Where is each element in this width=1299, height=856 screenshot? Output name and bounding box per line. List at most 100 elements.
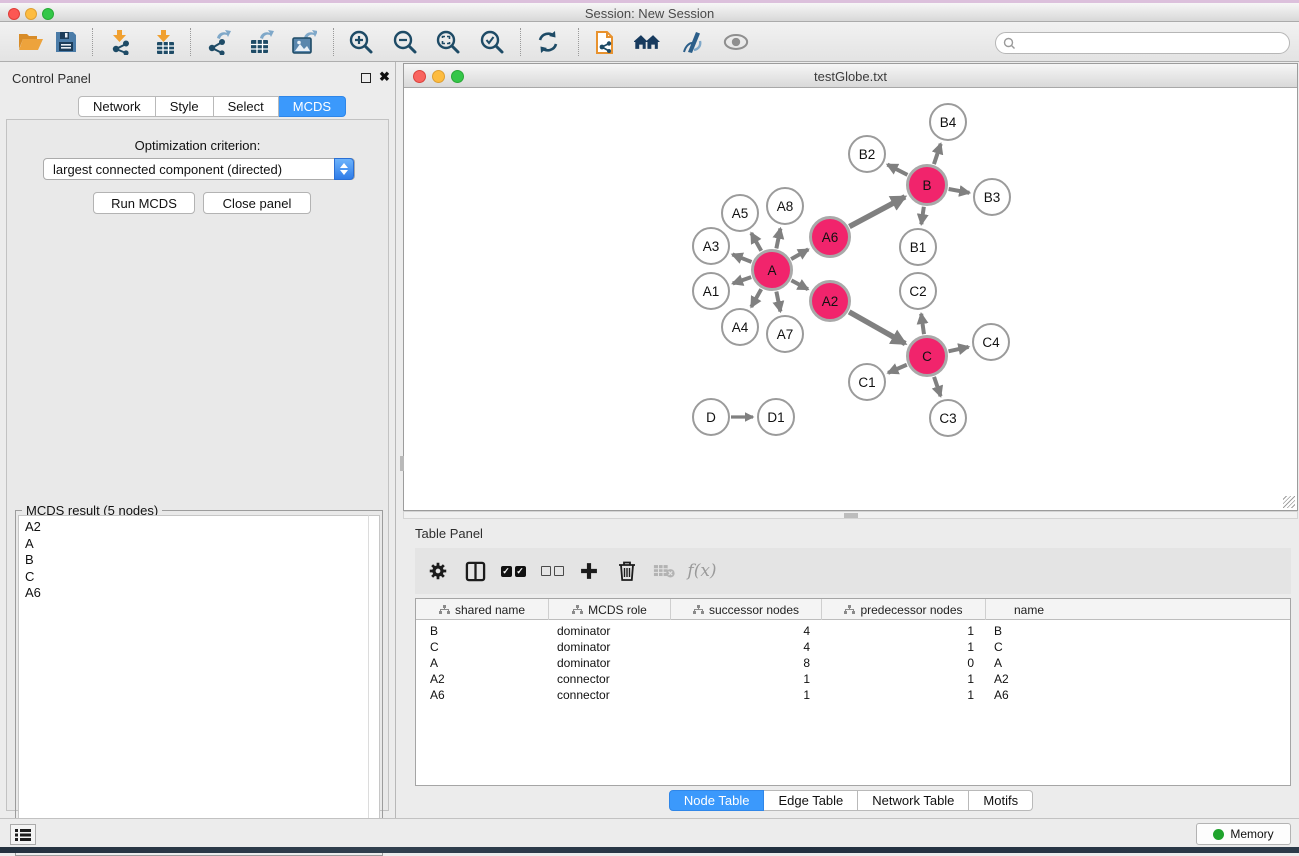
export-table-icon[interactable] (248, 29, 274, 55)
graph-edge-A-A2[interactable] (791, 280, 808, 289)
task-history-list-button[interactable] (10, 824, 36, 845)
graph-edge-A-A3[interactable] (732, 254, 751, 262)
node-table[interactable]: shared nameMCDS rolesuccessor nodesprede… (415, 598, 1291, 786)
table-cell[interactable]: A6 (416, 687, 549, 703)
close-panel-icon[interactable]: ✖ (379, 72, 390, 82)
eye-icon[interactable] (723, 29, 749, 55)
mcds-result-item[interactable]: A2 (25, 519, 369, 536)
search-box[interactable] (995, 32, 1290, 54)
zoom-out-icon[interactable] (392, 29, 418, 55)
tab-network-table[interactable]: Network Table (858, 790, 969, 811)
unselect-all-columns-icon[interactable] (539, 558, 565, 584)
graph-edge-B-B4[interactable] (934, 144, 941, 164)
table-cell[interactable]: 1 (822, 671, 986, 687)
table-cell[interactable]: A (986, 655, 1072, 671)
network-horizontal-scrollbar-thumb[interactable] (844, 513, 858, 518)
tab-motifs[interactable]: Motifs (969, 790, 1033, 811)
export-network-icon[interactable] (205, 29, 231, 55)
save-session-icon[interactable] (53, 29, 79, 55)
graph-node-A2[interactable]: A2 (809, 280, 851, 322)
home-icon[interactable] (634, 29, 660, 55)
graph-node-B[interactable]: B (906, 164, 948, 206)
graph-edge-A-A5[interactable] (751, 233, 761, 251)
table-cell[interactable]: A (416, 655, 549, 671)
graph-edge-A-A6[interactable] (791, 249, 808, 259)
select-all-columns-icon[interactable]: ✓✓ (500, 558, 526, 584)
graph-edge-C-C2[interactable] (921, 314, 924, 334)
graph-node-A[interactable]: A (751, 249, 793, 291)
zoom-in-icon[interactable] (348, 29, 374, 55)
graph-node-C1[interactable]: C1 (848, 363, 886, 401)
tab-node-table[interactable]: Node Table (669, 790, 765, 811)
open-session-icon[interactable] (18, 29, 44, 55)
export-image-icon[interactable] (291, 29, 317, 55)
graph-node-B4[interactable]: B4 (929, 103, 967, 141)
graph-node-D[interactable]: D (692, 398, 730, 436)
graph-node-A8[interactable]: A8 (766, 187, 804, 225)
mcds-result-item[interactable]: A (25, 536, 369, 553)
float-panel-icon[interactable] (361, 73, 371, 83)
network-horizontal-scrollbar[interactable] (403, 511, 1298, 519)
table-cell[interactable]: dominator (549, 623, 671, 639)
show-column-icon[interactable] (462, 558, 488, 584)
window-resize-grip-icon[interactable] (1283, 496, 1295, 508)
tab-network[interactable]: Network (78, 96, 156, 117)
graph-edge-B-B1[interactable] (921, 207, 924, 224)
table-cell[interactable]: 0 (822, 655, 986, 671)
column-header-shared-name[interactable]: shared name (416, 599, 549, 620)
graph-edge-A2-C[interactable] (849, 312, 905, 344)
graph-node-C4[interactable]: C4 (972, 323, 1010, 361)
column-header-successor-nodes[interactable]: successor nodes (671, 599, 822, 620)
create-column-plus-icon[interactable] (576, 558, 602, 584)
run-mcds-button[interactable]: Run MCDS (93, 192, 195, 214)
mcds-result-scrollbar[interactable] (368, 515, 380, 853)
zoom-fit-icon[interactable] (435, 29, 461, 55)
dropdown-stepper-icon[interactable] (334, 158, 354, 180)
graph-node-A5[interactable]: A5 (721, 194, 759, 232)
table-row[interactable]: Adominator80A (416, 655, 1290, 671)
graph-node-A3[interactable]: A3 (692, 227, 730, 265)
table-cell[interactable]: B (986, 623, 1072, 639)
mcds-result-item[interactable]: A6 (25, 585, 369, 602)
graph-node-A1[interactable]: A1 (692, 272, 730, 310)
graph-node-C2[interactable]: C2 (899, 272, 937, 310)
tab-mcds[interactable]: MCDS (279, 96, 346, 117)
network-vertical-scrollbar-thumb[interactable] (400, 456, 404, 471)
column-header-MCDS-role[interactable]: MCDS role (549, 599, 671, 620)
graph-edge-B-B2[interactable] (887, 165, 907, 175)
table-cell[interactable]: dominator (549, 639, 671, 655)
table-header-row[interactable]: shared nameMCDS rolesuccessor nodesprede… (416, 599, 1290, 620)
search-input[interactable] (1018, 34, 1283, 52)
pen-flag-icon[interactable] (678, 29, 704, 55)
graph-edge-A6-B[interactable] (849, 197, 905, 227)
close-panel-button[interactable]: Close panel (203, 192, 311, 214)
table-cell[interactable]: 8 (671, 655, 822, 671)
tab-edge-table[interactable]: Edge Table (764, 790, 858, 811)
table-cell[interactable]: dominator (549, 655, 671, 671)
table-cell[interactable]: A2 (986, 671, 1072, 687)
table-cell[interactable]: connector (549, 671, 671, 687)
graph-edge-C-C4[interactable] (948, 347, 968, 351)
new-network-file-icon[interactable] (594, 29, 620, 55)
graph-edge-A-A4[interactable] (751, 289, 761, 307)
table-row[interactable]: Cdominator41C (416, 639, 1290, 655)
refresh-icon[interactable] (535, 29, 561, 55)
graph-edge-C-C1[interactable] (888, 365, 907, 373)
tab-select[interactable]: Select (214, 96, 279, 117)
table-cell[interactable]: connector (549, 687, 671, 703)
graph-node-A4[interactable]: A4 (721, 308, 759, 346)
table-cell[interactable]: 1 (822, 623, 986, 639)
graph-edge-C-C3[interactable] (934, 377, 941, 396)
delete-trash-icon[interactable] (614, 558, 640, 584)
table-cell[interactable]: C (986, 639, 1072, 655)
column-header-predecessor-nodes[interactable]: predecessor nodes (822, 599, 986, 620)
graph-node-A6[interactable]: A6 (809, 216, 851, 258)
graph-edge-A-A7[interactable] (776, 292, 780, 312)
graph-edge-A-A8[interactable] (776, 229, 780, 249)
graph-node-B1[interactable]: B1 (899, 228, 937, 266)
table-cell[interactable]: 4 (671, 623, 822, 639)
table-cell[interactable]: 1 (671, 671, 822, 687)
graph-node-D1[interactable]: D1 (757, 398, 795, 436)
table-cell[interactable]: 1 (822, 687, 986, 703)
graph-node-A7[interactable]: A7 (766, 315, 804, 353)
